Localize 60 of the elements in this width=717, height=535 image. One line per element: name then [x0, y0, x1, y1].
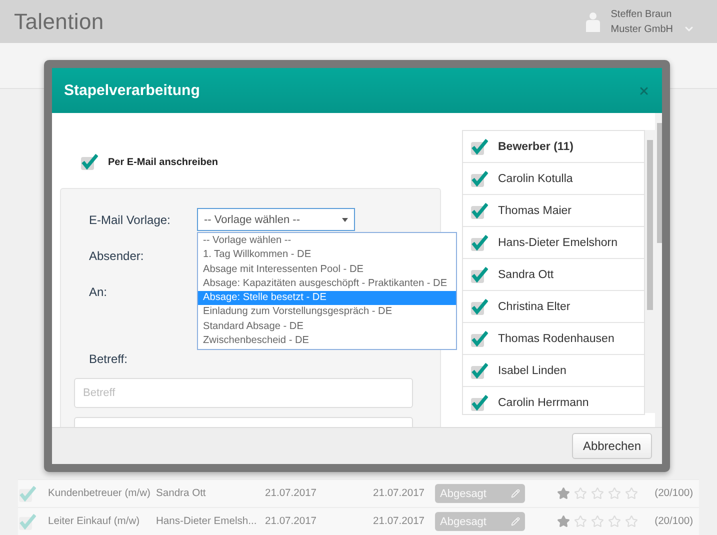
star-icon	[557, 487, 570, 500]
checkbox[interactable]	[470, 170, 488, 188]
table-cell-text: 21.07.2017	[372, 488, 426, 499]
recipient-item[interactable]: Thomas Maier	[463, 195, 644, 227]
table-cell-text: Kundenbetreuer (m/w)	[47, 488, 152, 499]
star-icon	[574, 487, 587, 500]
table-cell-text: 21.07.2017	[264, 516, 318, 527]
checkbox[interactable]	[470, 394, 488, 412]
dialog-title: Stapelverarbeitung	[64, 82, 200, 99]
field-label: E-Mail Vorlage:	[88, 212, 172, 226]
user-icon	[584, 12, 601, 32]
recipient-item[interactable]: Hans-Dieter Emelshorn	[463, 227, 644, 259]
logo: Talention	[14, 8, 104, 34]
recipient-item[interactable]: Sandra Ott	[463, 259, 644, 291]
checkbox-label: Per E-Mail anschreiben	[108, 156, 218, 168]
star-icon	[591, 487, 604, 500]
table-cell-text: Hans-Dieter Emelsh...	[155, 516, 258, 527]
star-icon	[608, 487, 621, 500]
score: (20/100)	[654, 516, 694, 527]
table-cell-text: Leiter Einkauf (m/w)	[47, 516, 141, 527]
star-icon	[574, 515, 587, 528]
checkbox[interactable]	[470, 362, 488, 380]
checkbox[interactable]	[470, 298, 488, 316]
star-icon	[625, 487, 638, 500]
recipient-item[interactable]: Thomas Rodenhausen	[463, 323, 644, 355]
subject-field[interactable]: Betreff	[74, 378, 413, 408]
field-label: An:	[88, 285, 108, 300]
pencil-icon	[511, 489, 520, 498]
cancel-button[interactable]: Abbrechen	[572, 433, 652, 459]
user-name: Steffen Braun	[610, 8, 673, 20]
scrollbar[interactable]	[655, 113, 662, 427]
recipient-item[interactable]: Isabel Linden	[463, 355, 644, 387]
star-icon	[608, 515, 621, 528]
caret-icon	[342, 218, 348, 222]
checkbox[interactable]	[470, 330, 488, 348]
checkbox[interactable]	[470, 234, 488, 252]
checkbox[interactable]	[470, 138, 488, 156]
field-label: Absender:	[88, 249, 145, 264]
close-icon[interactable]	[638, 84, 650, 96]
table-cell-text: 21.07.2017	[372, 516, 426, 527]
recipient-item[interactable]: Carolin Herrmann	[463, 387, 644, 414]
company-name: Muster GmbH	[610, 24, 673, 34]
checkbox[interactable]	[18, 512, 36, 530]
checkbox[interactable]	[80, 153, 98, 171]
checkbox[interactable]	[470, 266, 488, 284]
recipient-item[interactable]: Carolin Kotulla	[463, 163, 644, 195]
checkbox[interactable]	[18, 484, 36, 502]
scrollbar[interactable]	[645, 130, 655, 413]
field-label: Betreff:	[88, 352, 128, 366]
table-cell-text: Sandra Ott	[155, 488, 207, 499]
table-cell-text: 21.07.2017	[264, 488, 318, 499]
star-icon	[557, 515, 570, 528]
checkbox[interactable]	[470, 202, 488, 220]
recipient-item[interactable]: Bewerber (11)	[463, 131, 644, 163]
recipient-item[interactable]: Christina Elter	[463, 291, 644, 323]
star-icon	[591, 515, 604, 528]
star-icon	[625, 515, 638, 528]
pencil-icon	[511, 517, 520, 526]
score: (20/100)	[654, 488, 694, 499]
template-select[interactable]: -- Vorlage wählen --	[197, 208, 355, 231]
